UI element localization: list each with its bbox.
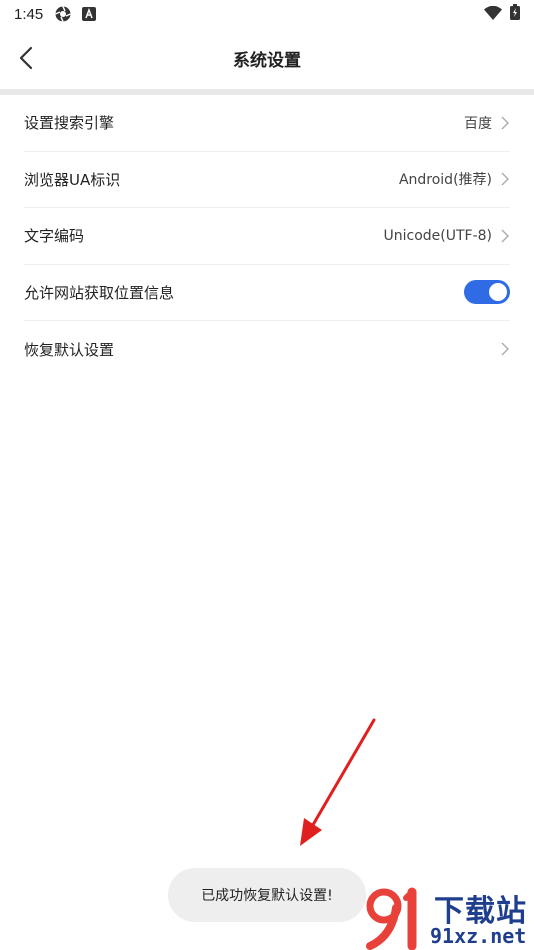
page-title: 系统设置: [233, 50, 301, 71]
setting-label: 文字编码: [24, 227, 85, 246]
setting-label: 恢复默认设置: [24, 340, 115, 359]
battery-charging-icon: [510, 4, 520, 24]
setting-location-permission: 允许网站获取位置信息: [24, 265, 510, 321]
location-toggle[interactable]: [464, 280, 510, 305]
a-badge-icon: [81, 6, 97, 22]
setting-value: 百度: [464, 115, 492, 132]
setting-restore-defaults[interactable]: 恢复默认设置: [24, 321, 510, 378]
wifi-icon: [484, 5, 502, 24]
status-time: 1:45: [14, 5, 44, 23]
setting-value: Android(推荐): [398, 172, 492, 189]
setting-label: 设置搜索引擎: [24, 114, 115, 133]
chevron-right-icon: [500, 172, 510, 186]
setting-value: Unicode(UTF-8): [383, 227, 492, 244]
toggle-knob: [489, 283, 507, 302]
back-button[interactable]: [10, 42, 42, 74]
setting-label: 允许网站获取位置信息: [24, 283, 175, 302]
status-right-group: [484, 4, 520, 24]
app-header: 系统设置: [0, 28, 534, 88]
setting-text-encoding[interactable]: 文字编码 Unicode(UTF-8): [24, 208, 510, 265]
chevron-left-icon: [19, 46, 33, 70]
toast: 已成功恢复默认设置!: [168, 868, 366, 922]
chevron-right-icon: [500, 342, 510, 356]
toast-message: 已成功恢复默认设置!: [201, 888, 333, 904]
chevron-right-icon: [500, 116, 510, 130]
setting-browser-ua[interactable]: 浏览器UA标识 Android(推荐): [24, 152, 510, 208]
watermark: 下载站 91xz.net: [362, 886, 534, 950]
watermark-logo-icon: [366, 887, 417, 950]
status-bar: 1:45: [0, 0, 534, 28]
setting-label: 浏览器UA标识: [24, 170, 121, 189]
watermark-en: 91xz.net: [430, 924, 527, 948]
setting-search-engine[interactable]: 设置搜索引擎 百度: [24, 95, 510, 152]
settings-list: 设置搜索引擎 百度 浏览器UA标识 Android(推荐) 文字编码 Unico…: [0, 95, 534, 378]
aperture-icon: [55, 6, 72, 22]
chevron-right-icon: [500, 229, 510, 243]
